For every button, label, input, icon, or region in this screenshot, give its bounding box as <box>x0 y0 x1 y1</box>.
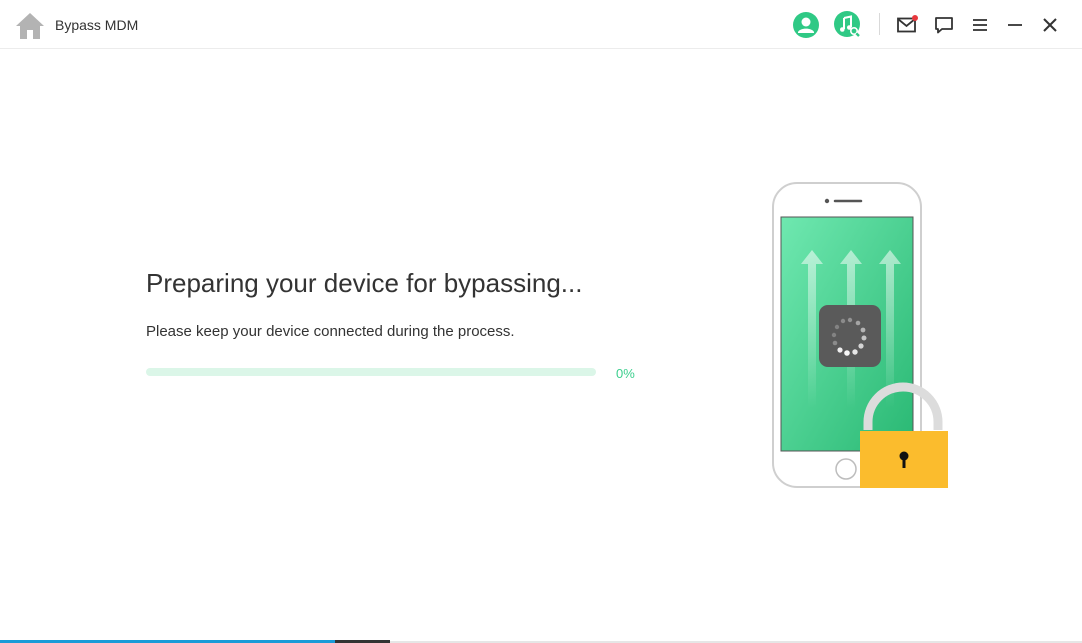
progress-bar <box>146 368 596 376</box>
title-bar: Bypass MDM <box>0 0 1082 49</box>
minimize-icon[interactable] <box>1000 10 1030 40</box>
progress-percentage: 0% <box>616 366 635 381</box>
mail-icon[interactable] <box>892 10 922 40</box>
close-icon[interactable] <box>1035 10 1065 40</box>
device-lock-illustration <box>760 178 960 498</box>
feedback-icon[interactable] <box>929 10 959 40</box>
account-icon[interactable] <box>791 10 821 40</box>
toolbar-divider <box>879 13 880 35</box>
page-subtitle: Please keep your device connected during… <box>146 323 515 340</box>
home-icon[interactable] <box>14 9 46 41</box>
music-search-icon[interactable] <box>833 10 863 40</box>
menu-icon[interactable] <box>965 10 995 40</box>
app-title: Bypass MDM <box>55 17 139 33</box>
page-title: Preparing your device for bypassing... <box>146 268 583 298</box>
